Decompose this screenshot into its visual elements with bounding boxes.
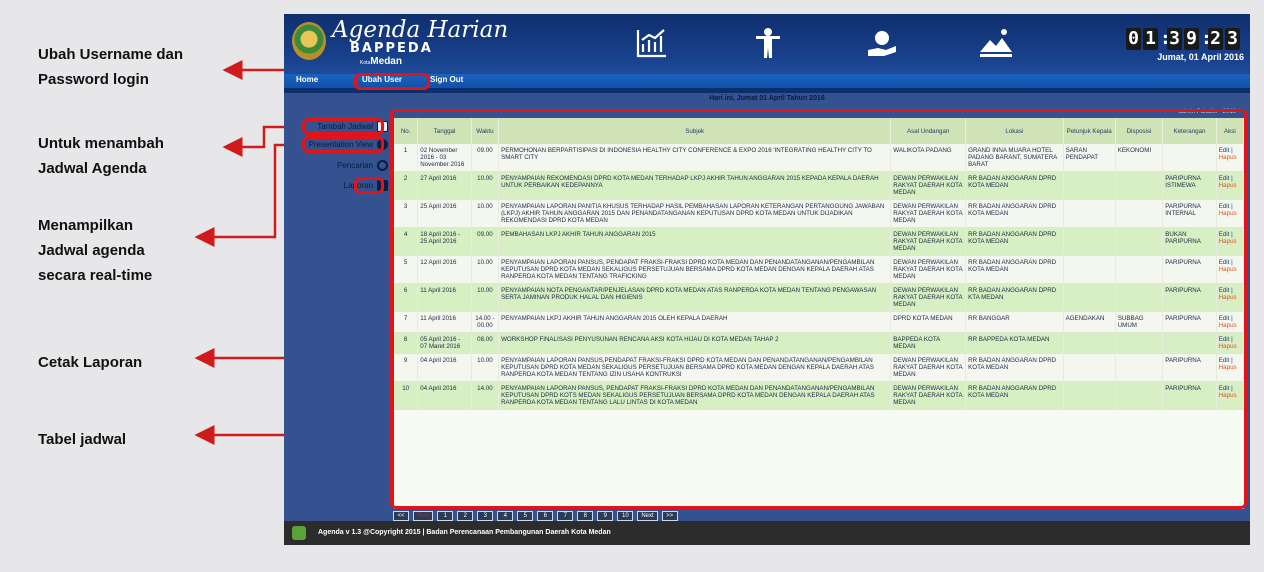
annotation-tambah: Untuk menambah Jadwal Agenda <box>38 131 164 181</box>
page-button[interactable]: 10 <box>617 511 634 521</box>
nav-divider <box>284 88 1250 93</box>
clock-digit: 3 <box>1225 28 1240 50</box>
app-title: Agenda Harian <box>332 17 509 43</box>
highlight-laporan <box>354 177 384 194</box>
annotation-menampilkan: Menampilkan Jadwal agenda secara real-ti… <box>38 213 152 288</box>
page-button[interactable]: 9 <box>597 511 614 521</box>
clock-digit: 2 <box>1208 28 1223 50</box>
app-header: Agenda Harian BAPPEDA KotaMedan 0 1 : 3 … <box>284 14 1250 74</box>
page-button[interactable]: << <box>393 511 409 521</box>
clock-colon: : <box>1160 28 1171 49</box>
hand-money-icon[interactable] <box>864 26 900 60</box>
clock-digit: 0 <box>1126 28 1141 50</box>
annotation-line: Untuk menambah <box>38 135 164 152</box>
page-button[interactable]: 4 <box>497 511 514 521</box>
annotation-line: Ubah Username dan <box>38 46 184 63</box>
page-button[interactable]: 5 <box>517 511 534 521</box>
clock-digit: 3 <box>1167 28 1182 50</box>
page-button[interactable]: 6 <box>537 511 554 521</box>
footer-text: Agenda v 1.3 @Copyright 2015 | Badan Per… <box>318 529 611 536</box>
page-button[interactable]: 1 <box>437 511 454 521</box>
nav-sign-out[interactable]: Sign Out <box>430 75 463 84</box>
book-icon <box>292 526 306 540</box>
annotation-line: Jadwal agenda <box>38 242 145 259</box>
app-city: KotaMedan <box>360 56 402 67</box>
highlight-ubah-user <box>354 73 430 90</box>
page-button[interactable]: 2 <box>457 511 474 521</box>
date-heading: Hari ini, Jumat 01 April Tahun 2016 <box>709 95 825 102</box>
footer: Agenda v 1.3 @Copyright 2015 | Badan Per… <box>284 521 1250 545</box>
city-prefix: Kota <box>360 60 371 66</box>
digital-clock: 0 1 : 3 9 : 2 3 <box>1126 28 1240 50</box>
app-subtitle: BAPPEDA <box>350 41 433 56</box>
landscape-icon[interactable] <box>978 26 1014 60</box>
highlight-presentation-view <box>302 136 384 153</box>
annotation-tabel: Tabel jadwal <box>38 431 127 448</box>
highlight-tambah-jadwal <box>302 118 384 135</box>
sidebar-label: Pencarian <box>336 161 373 170</box>
page-button[interactable]: 3 <box>477 511 494 521</box>
page-button[interactable]: Next <box>637 511 658 521</box>
annotation-line: Jadwal Agenda <box>38 160 147 177</box>
pagination: << Prev 1 2 3 4 5 6 7 8 9 10 Next >> <box>393 511 678 521</box>
page-button[interactable]: Prev <box>413 511 434 521</box>
clock-digit: 1 <box>1143 28 1158 50</box>
city-emblem-icon <box>292 22 326 60</box>
sidebar-pencarian[interactable]: Pencarian <box>337 160 388 171</box>
annotation-line: Menampilkan <box>38 217 134 234</box>
clock-colon: : <box>1201 28 1212 49</box>
clock-date: Jumat, 01 April 2016 <box>1157 52 1244 62</box>
chart-icon[interactable] <box>634 26 670 60</box>
clock-digit: 9 <box>1184 28 1199 50</box>
highlight-table <box>390 109 1247 509</box>
search-icon <box>377 160 388 171</box>
app-window: Agenda Harian BAPPEDA KotaMedan 0 1 : 3 … <box>284 14 1250 545</box>
page-button[interactable]: 8 <box>577 511 594 521</box>
page-button[interactable]: 7 <box>557 511 574 521</box>
annotation-ubah-user: Ubah Username dan Password login <box>38 42 183 92</box>
annotation-cetak: Cetak Laporan <box>38 354 143 371</box>
person-icon[interactable] <box>750 26 786 60</box>
annotation-line: secara real-time <box>38 267 153 284</box>
annotation-line: Password login <box>38 71 149 88</box>
page-button[interactable]: >> <box>661 511 678 521</box>
city-name: Medan <box>370 56 402 67</box>
nav-home[interactable]: Home <box>296 75 318 84</box>
